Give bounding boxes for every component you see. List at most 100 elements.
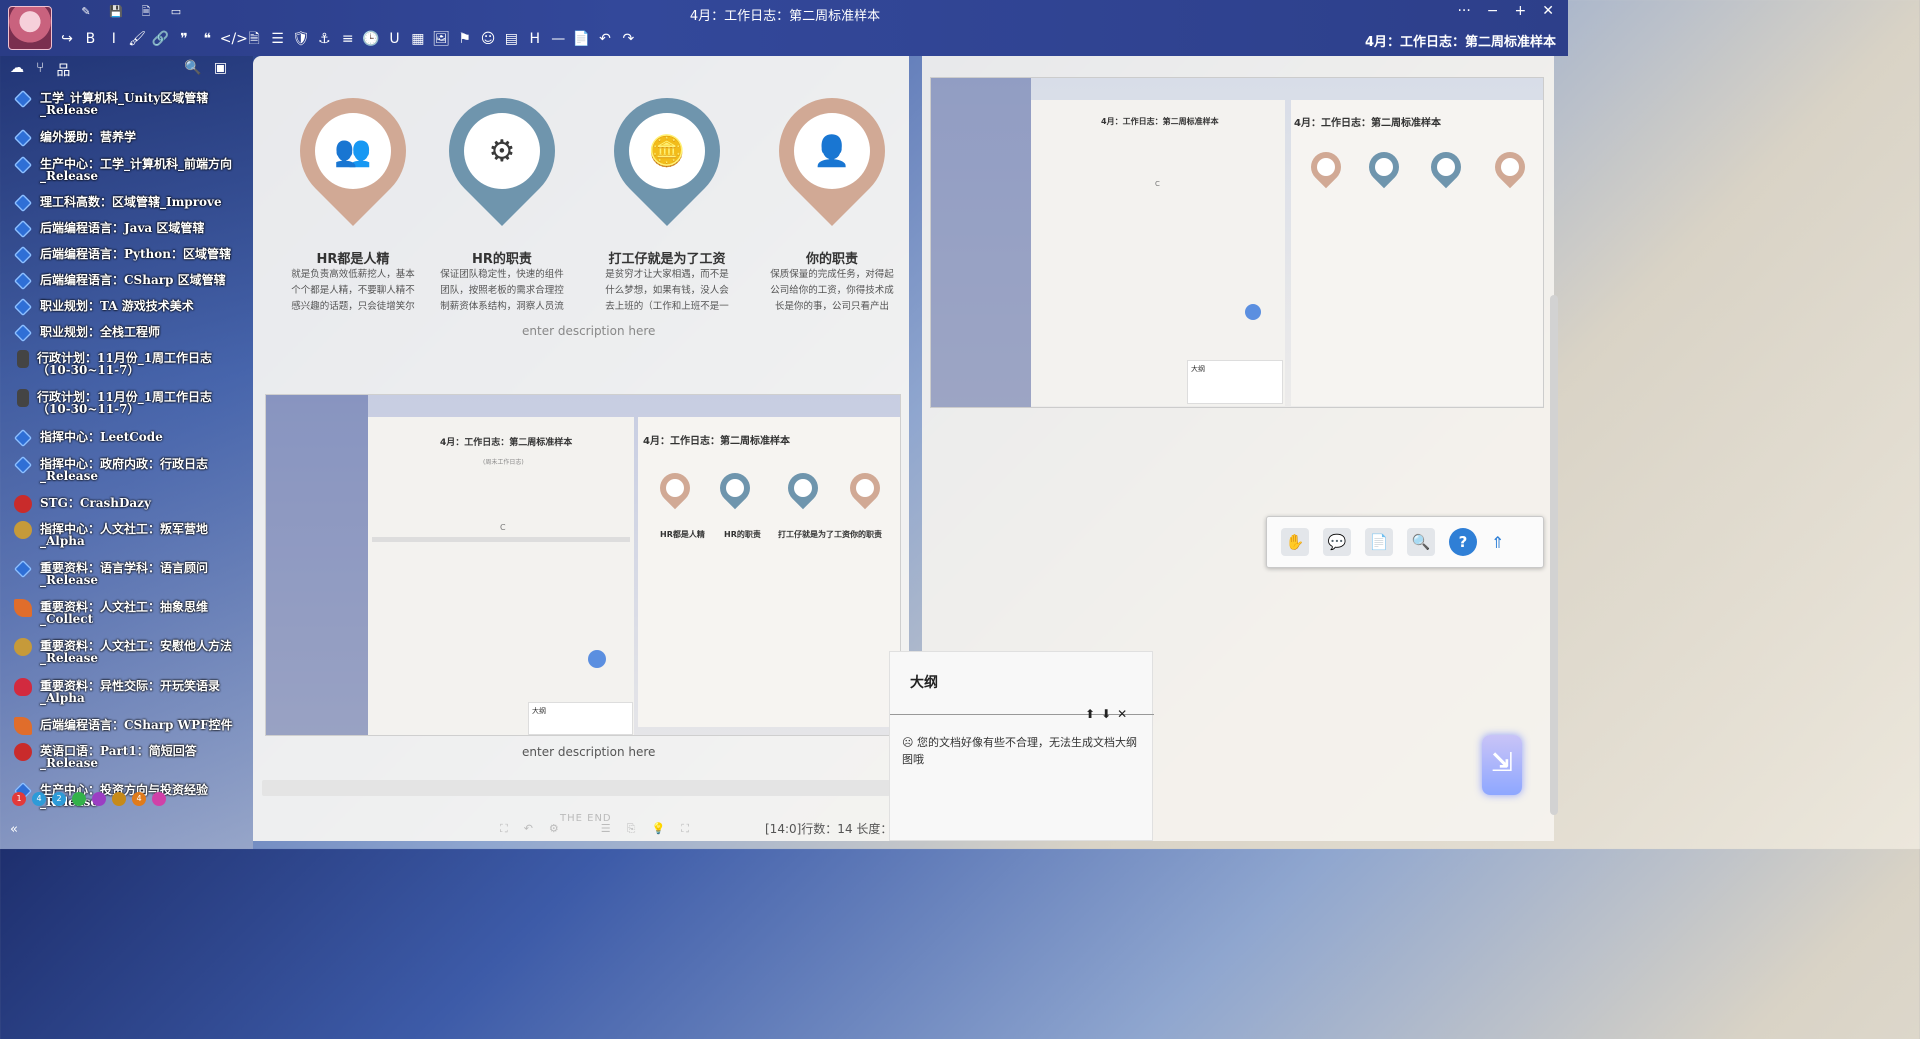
outline-close-button[interactable]: ✕ (1117, 707, 1127, 721)
zoom-icon[interactable]: 🔍 (1407, 528, 1435, 556)
card-title: HR的职责 (472, 252, 532, 267)
sidebar-item[interactable]: 行政计划：11月份_1周工作日志（10-30~11-7） (14, 389, 239, 415)
settings-icon[interactable]: ⚙ (549, 822, 559, 836)
tree-icon[interactable]: 品 (56, 60, 70, 80)
sidebar-item[interactable]: 生产中心：工学_计算机科_前端方向_Release (13, 155, 239, 182)
notification-badge[interactable]: 1 (12, 792, 26, 806)
sidebar-item[interactable]: 后端编程语言：CSharp 区域管辖 (13, 271, 239, 291)
save-icon[interactable]: 💾 (105, 2, 127, 22)
close-button[interactable]: ✕ (1542, 3, 1554, 19)
hand-icon[interactable]: ✋ (1281, 528, 1309, 556)
drive-icon[interactable]: 🗎 (135, 2, 157, 22)
brush-icon[interactable]: 🖌 (126, 29, 148, 49)
shield-icon[interactable]: 🛡 (290, 29, 312, 49)
link-icon[interactable]: 🔗 (150, 29, 172, 49)
user-avatar[interactable] (8, 6, 52, 50)
code-icon[interactable]: </> (220, 29, 248, 49)
doc-icon[interactable]: 📄 (571, 29, 593, 49)
image-icon[interactable]: 🖼 (430, 29, 452, 49)
anchor-icon[interactable]: ⚓ (313, 29, 335, 49)
outline-title: 大纲 (910, 675, 938, 691)
notification-badge[interactable]: 4 (132, 792, 146, 806)
redo-arrow-icon[interactable]: ↷ (617, 29, 639, 49)
edit-icon[interactable]: ✎ (75, 2, 97, 22)
redo-icon[interactable]: ↪ (56, 29, 78, 49)
sidebar-item[interactable]: 编外援助：营养学 (13, 128, 239, 148)
flag-icon[interactable]: ⚑ (454, 29, 476, 49)
undo-icon[interactable]: ↶ (594, 29, 616, 49)
outline-controls: ⬆ ⬇ ✕ (1085, 707, 1127, 721)
help-icon[interactable]: ? (1449, 528, 1477, 556)
file-icon[interactable]: 🗎 (243, 29, 265, 49)
apple-icon (14, 495, 32, 513)
comment-icon[interactable]: 💬 (1323, 528, 1351, 556)
hr-icon[interactable]: — (547, 29, 569, 49)
sidebar-item[interactable]: 后端编程语言：CSharp WPF控件 (14, 717, 239, 735)
sidebar-item[interactable]: 重要资料：人文社工：安慰他人方法_Release (14, 638, 239, 664)
cloud-icon[interactable]: ☁ (10, 60, 24, 80)
quote-close-icon[interactable]: ❞ (173, 29, 195, 49)
sidebar-item[interactable]: 重要资料：异性交际：开玩笑语录_Alpha (14, 678, 239, 704)
notification-badge[interactable]: 4 (32, 792, 46, 806)
sidebar-item[interactable]: 理工科高数：区域管辖_Improve (13, 193, 239, 213)
history-icon[interactable]: ↶ (524, 822, 533, 836)
list-icon[interactable]: ☰ (267, 29, 289, 49)
peanut-icon (14, 638, 32, 656)
italic-button[interactable]: I (103, 29, 125, 49)
sidebar-item[interactable]: 指挥中心：人文社工：叛军营地_Alpha (14, 521, 239, 547)
preview-scrollbar[interactable] (1550, 295, 1558, 815)
collapse-up-icon[interactable]: ⇑ (1491, 533, 1504, 552)
panel-icon[interactable]: ▭ (165, 2, 187, 22)
outline-down-button[interactable]: ⬇ (1101, 707, 1111, 721)
maximize-button[interactable]: + (1515, 3, 1527, 19)
diamond-icon (13, 559, 33, 579)
notification-badge[interactable] (112, 792, 126, 806)
fullscreen-icon[interactable]: ⛶ (500, 822, 508, 836)
notification-badge[interactable]: 2 (52, 792, 66, 806)
minimize-button[interactable]: − (1487, 3, 1499, 19)
menu-icon[interactable]: ≡ (337, 29, 359, 49)
outline-icon[interactable]: ☰ (601, 822, 611, 836)
sidebar-item[interactable]: 工学_计算机科_Unity区域管辖_Release (13, 89, 239, 116)
sidebar-item[interactable]: 重要资料：语言学科：语言顾问_Release (13, 559, 239, 587)
notification-badge[interactable] (92, 792, 106, 806)
notification-badge[interactable] (152, 792, 166, 806)
bulb-icon[interactable]: 💡 (651, 822, 665, 836)
heading-icon[interactable]: H (524, 29, 546, 49)
diamond-icon (13, 89, 33, 109)
underline-icon[interactable]: U (383, 29, 405, 49)
embedded2-pin-3 (1424, 145, 1468, 189)
search-icon[interactable]: 🔍 (184, 60, 201, 80)
floating-action-button[interactable]: ⇲ (1482, 735, 1522, 795)
box-icon[interactable]: ▣ (214, 60, 227, 80)
sidebar-item[interactable]: 职业规划：全栈工程师 (13, 323, 239, 343)
card-icon: 👤 (794, 113, 870, 189)
collapse-sidebar-icon[interactable]: « (10, 822, 18, 837)
more-icon[interactable]: ··· (1457, 3, 1470, 19)
sidebar-item[interactable]: 英语口语：Part1：简短回答_Release (14, 743, 239, 769)
table-icon[interactable]: ▦ (407, 29, 429, 49)
sidebar-item-label: 重要资料：语言学科：语言顾问_Release (40, 561, 209, 587)
preview-title: 4月：工作日志：第二周标准样本 (1364, 35, 1556, 50)
embedded2-pin-1 (1304, 145, 1348, 189)
sidebar-item[interactable]: 后端编程语言：Java 区域管辖 (13, 219, 239, 239)
branch-icon[interactable]: ⑂ (36, 60, 44, 80)
sidebar-item[interactable]: STG：CrashDazy (14, 495, 239, 513)
emoji-icon[interactable]: ☺ (477, 29, 499, 49)
copy-icon[interactable]: ⎘ (627, 822, 636, 836)
sidebar-item[interactable]: 后端编程语言：Python：区域管辖 (13, 245, 239, 265)
outline-up-button[interactable]: ⬆ (1085, 707, 1095, 721)
sidebar-item[interactable]: 指挥中心：LeetCode (13, 428, 239, 448)
grid-icon[interactable]: ▤ (500, 29, 522, 49)
clock-icon[interactable]: 🕒 (360, 29, 382, 49)
sidebar-item[interactable]: 重要资料：人文社工：抽象思维_Collect (14, 599, 239, 625)
quote-open-icon[interactable]: ❝ (196, 29, 218, 49)
notification-badge[interactable] (72, 792, 86, 806)
sidebar-item[interactable]: 行政计划：11月份_1周工作日志（10-30~11-7） (14, 350, 239, 376)
expand-icon[interactable]: ⛶ (681, 822, 689, 836)
embedded-outline: 大纲 (528, 702, 633, 735)
bold-button[interactable]: B (79, 29, 101, 49)
sidebar-item[interactable]: 职业规划：TA 游戏技术美术 (13, 297, 239, 317)
sidebar-item[interactable]: 指挥中心：政府内政：行政日志_Release (13, 455, 239, 482)
export-icon[interactable]: 📄 (1365, 528, 1393, 556)
